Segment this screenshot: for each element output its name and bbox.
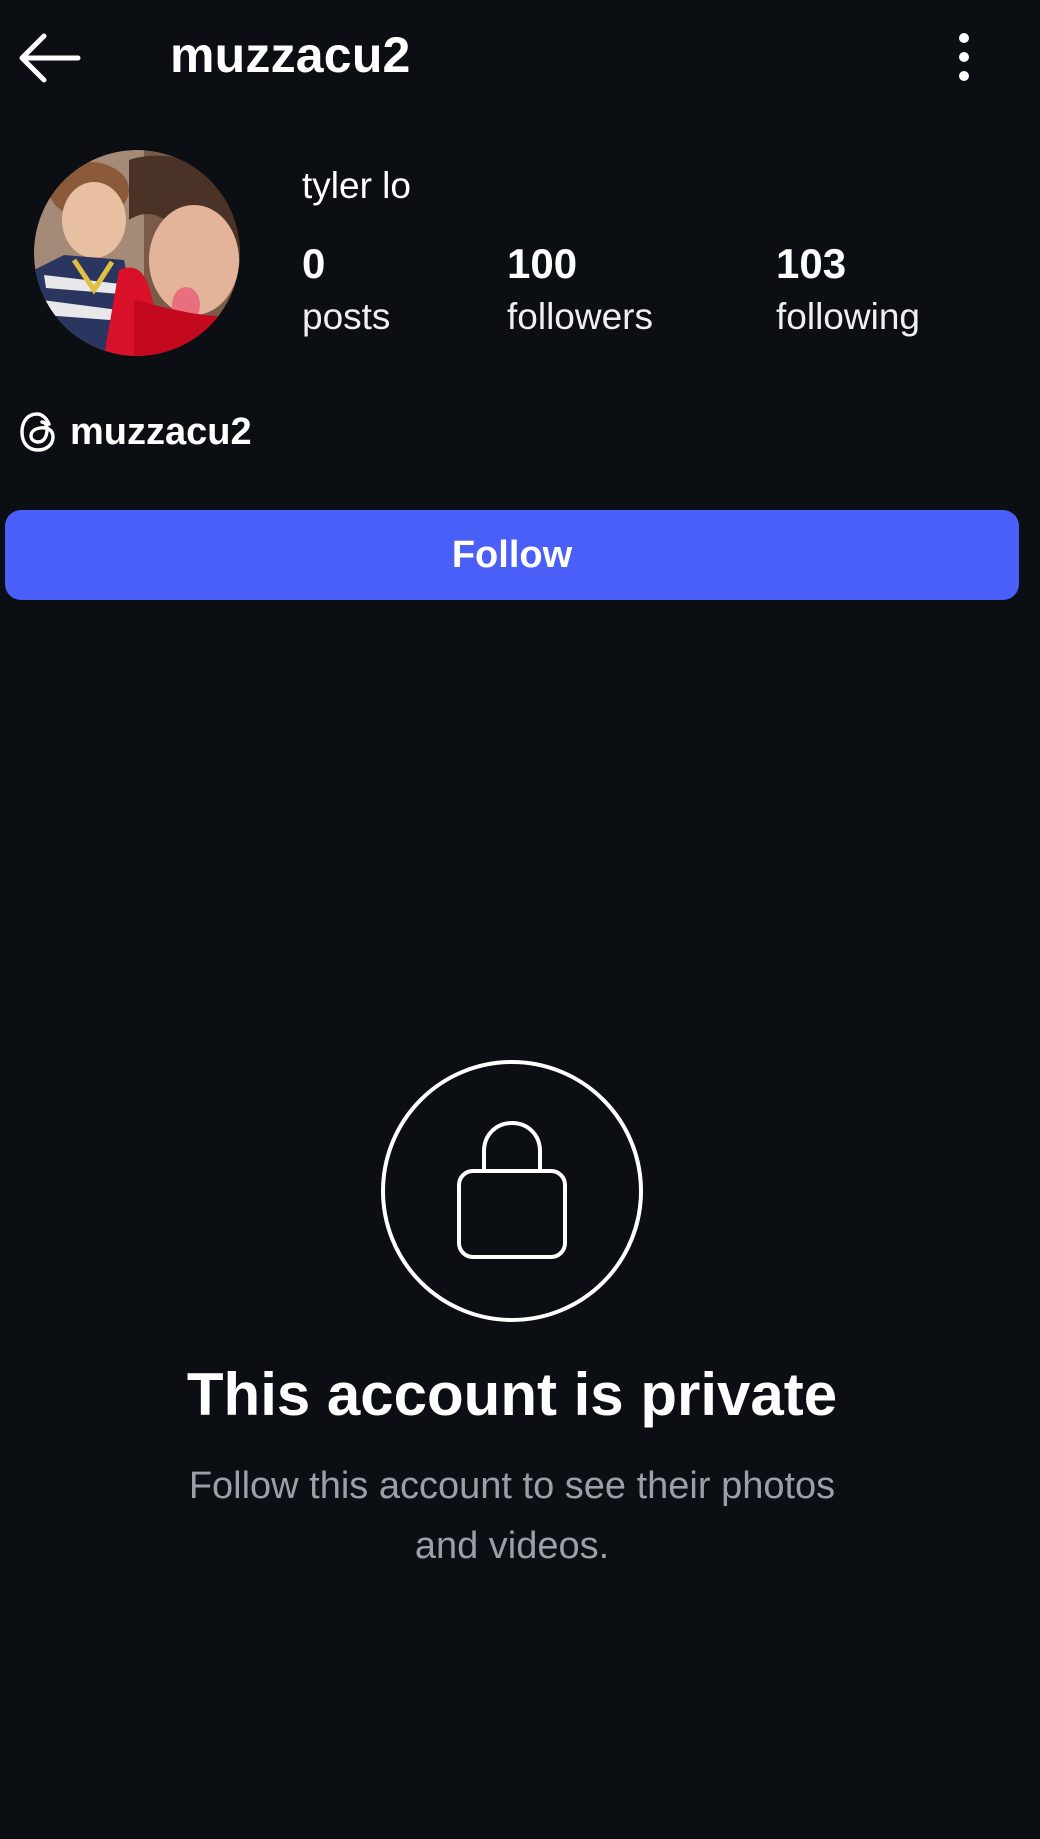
posts-count: 0 (302, 240, 326, 287)
avatar[interactable] (34, 150, 240, 356)
top-bar: muzzacu2 (0, 0, 1040, 116)
following-stat[interactable]: 103 following (776, 236, 920, 342)
followers-count: 100 (507, 240, 578, 287)
display-name: tyler lo (302, 165, 411, 206)
posts-stat[interactable]: 0 posts (302, 236, 390, 342)
follow-button[interactable]: Follow (5, 510, 1019, 600)
private-account-subtitle: Follow this account to see their photos … (188, 1465, 836, 1567)
arrow-left-icon (19, 33, 81, 83)
more-options-button[interactable] (944, 22, 984, 92)
vertical-dots-icon (959, 33, 969, 81)
back-button[interactable] (14, 26, 84, 90)
threads-handle: muzzacu2 (70, 410, 252, 453)
threads-icon (20, 412, 55, 452)
following-label: following (776, 296, 920, 337)
profile-photo (34, 150, 240, 356)
header-username: muzzacu2 (170, 27, 411, 83)
followers-label: followers (507, 296, 653, 337)
following-count: 103 (776, 240, 847, 287)
lock-icon (381, 1060, 643, 1322)
private-lock-badge (380, 1059, 644, 1323)
threads-link[interactable]: muzzacu2 (18, 402, 252, 462)
posts-label: posts (302, 296, 391, 337)
private-account-title: This account is private (186, 1361, 838, 1428)
followers-stat[interactable]: 100 followers (507, 236, 653, 342)
